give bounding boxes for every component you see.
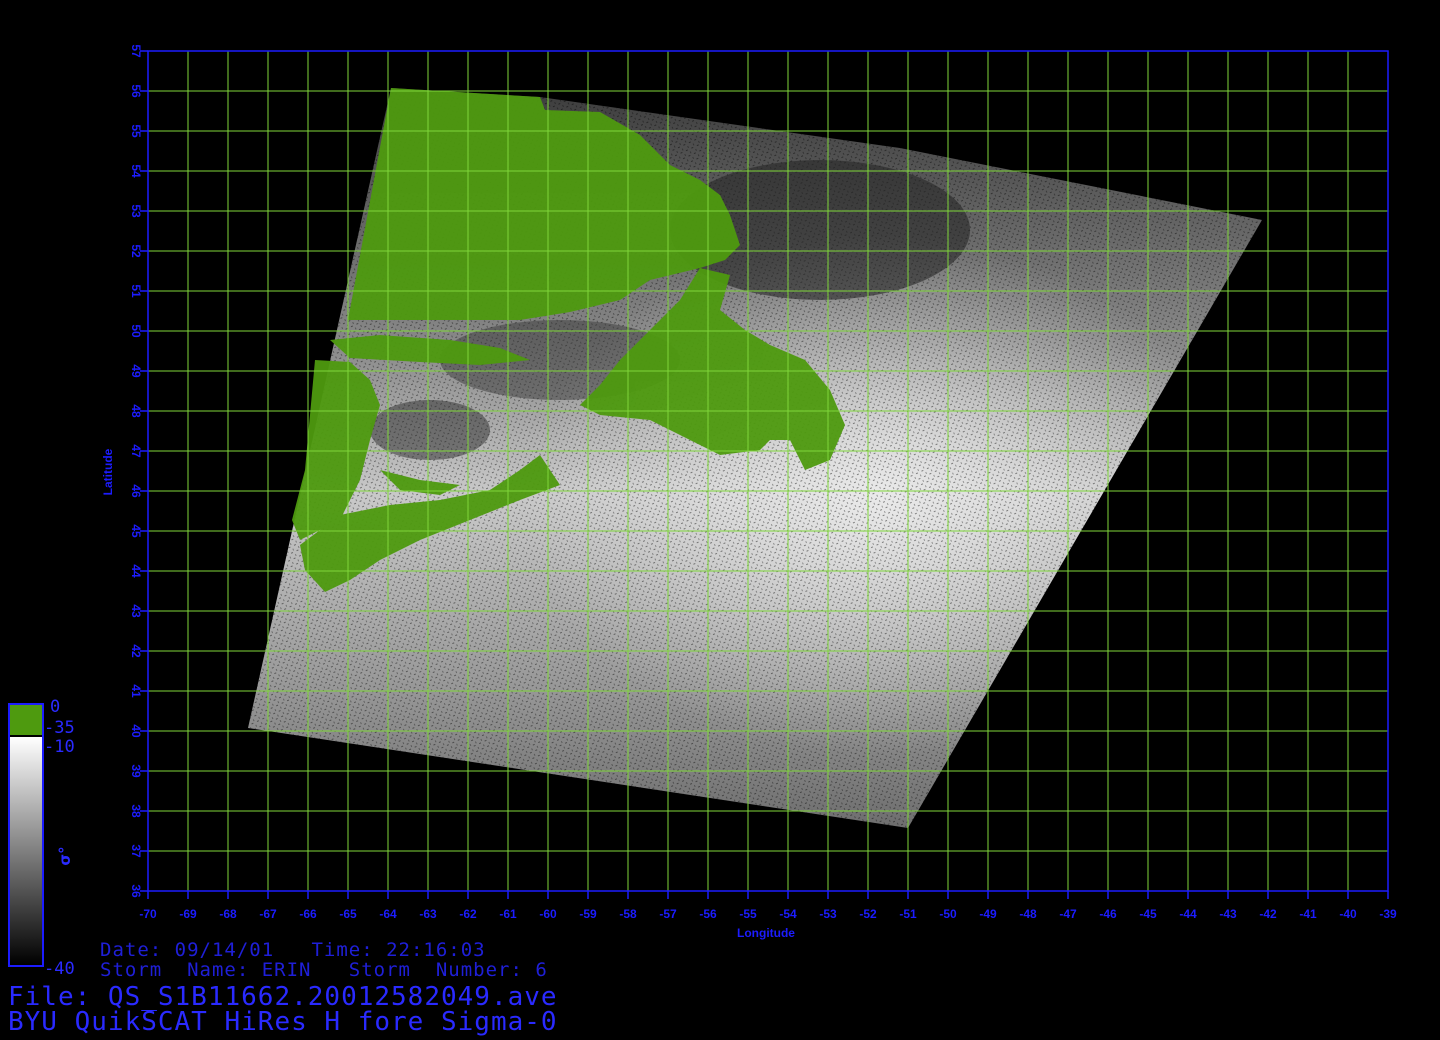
lat-tick-label: 52 (129, 244, 143, 258)
colorbar: 0 -35 -10 -40 σ° (8, 697, 75, 979)
lat-tick-label: 50 (129, 324, 143, 338)
lon-tick-label: -61 (499, 907, 517, 921)
lon-tick-label: -41 (1299, 907, 1317, 921)
lon-tick-label: -63 (419, 907, 437, 921)
lon-tick-label: -51 (899, 907, 917, 921)
lon-tick-label: -62 (459, 907, 477, 921)
colorbar-land-top-label: 0 (50, 697, 60, 717)
lon-tick-label: -70 (139, 907, 157, 921)
lon-tick-label: -52 (859, 907, 877, 921)
lon-tick-label: -50 (939, 907, 957, 921)
product-line: BYU QuikSCAT HiRes H fore Sigma-0 (8, 1007, 558, 1037)
lat-tick-label: 53 (129, 204, 143, 218)
lon-tick-label: -48 (1019, 907, 1037, 921)
lat-tick-label: 57 (129, 44, 143, 58)
latitude-ticks: 36 37 38 39 40 41 42 43 44 45 46 47 48 49 50 51 52 53 54 55… (129, 44, 148, 898)
lat-tick-label: 49 (129, 364, 143, 378)
lon-tick-label: -56 (699, 907, 717, 921)
sigma0-map: -70 -69 -68 -67 -66 -65 -64 -63 -62 -61 -60 -59 -58 -… (8, 44, 1397, 979)
lon-tick-label: -42 (1259, 907, 1277, 921)
lon-tick-label: -60 (539, 907, 557, 921)
lon-tick-label: -44 (1179, 907, 1197, 921)
lat-tick-label: 51 (129, 284, 143, 298)
colorbar-land-swatch (10, 705, 42, 735)
lat-tick-label: 48 (129, 404, 143, 418)
lon-tick-label: -67 (259, 907, 277, 921)
colorbar-land-bottom-label: -35 (44, 718, 75, 738)
lon-tick-label: -43 (1219, 907, 1237, 921)
lon-tick-label: -64 (379, 907, 397, 921)
lon-tick-label: -66 (299, 907, 317, 921)
lon-tick-label: -69 (179, 907, 197, 921)
lat-tick-label: 46 (129, 484, 143, 498)
colorbar-bottom-label: -40 (44, 959, 75, 979)
lat-tick-label: 54 (129, 164, 143, 178)
colorbar-sigma-label: σ° (56, 846, 74, 865)
lat-tick-label: 42 (129, 644, 143, 658)
lat-tick-label: 44 (129, 564, 143, 578)
lat-tick-label: 55 (129, 124, 143, 138)
x-axis-label: Longitude (737, 926, 795, 940)
storm-line: Storm Name: ERIN Storm Number: 6 (100, 959, 548, 981)
lat-tick-label: 39 (129, 764, 143, 778)
colorbar-gradient (10, 737, 42, 965)
lon-tick-label: -59 (579, 907, 597, 921)
lat-tick-label: 37 (129, 844, 143, 858)
lon-tick-label: -57 (659, 907, 677, 921)
lat-tick-label: 38 (129, 804, 143, 818)
lon-tick-label: -45 (1139, 907, 1157, 921)
lon-tick-label: -49 (979, 907, 997, 921)
lon-tick-label: -68 (219, 907, 237, 921)
lon-tick-label: -46 (1099, 907, 1117, 921)
lon-tick-label: -40 (1339, 907, 1357, 921)
lat-tick-label: 45 (129, 524, 143, 538)
lon-tick-label: -58 (619, 907, 637, 921)
longitude-ticks: -70 -69 -68 -67 -66 -65 -64 -63 -62 -61 -60 -59 -58 -… (139, 891, 1397, 921)
lat-tick-label: 40 (129, 724, 143, 738)
colorbar-top-label: -10 (44, 737, 75, 757)
lon-tick-label: -39 (1379, 907, 1397, 921)
lat-tick-label: 43 (129, 604, 143, 618)
lat-tick-label: 41 (129, 684, 143, 698)
lon-tick-label: -55 (739, 907, 757, 921)
date-time-line: Date: 09/14/01 Time: 22:16:03 (100, 939, 486, 961)
lon-tick-label: -47 (1059, 907, 1077, 921)
lat-tick-label: 47 (129, 444, 143, 458)
lon-tick-label: -54 (779, 907, 797, 921)
lon-tick-label: -65 (339, 907, 357, 921)
y-axis-label: Latitude (101, 448, 115, 495)
lon-tick-label: -53 (819, 907, 837, 921)
lat-tick-label: 36 (129, 884, 143, 898)
lat-tick-label: 56 (129, 84, 143, 98)
